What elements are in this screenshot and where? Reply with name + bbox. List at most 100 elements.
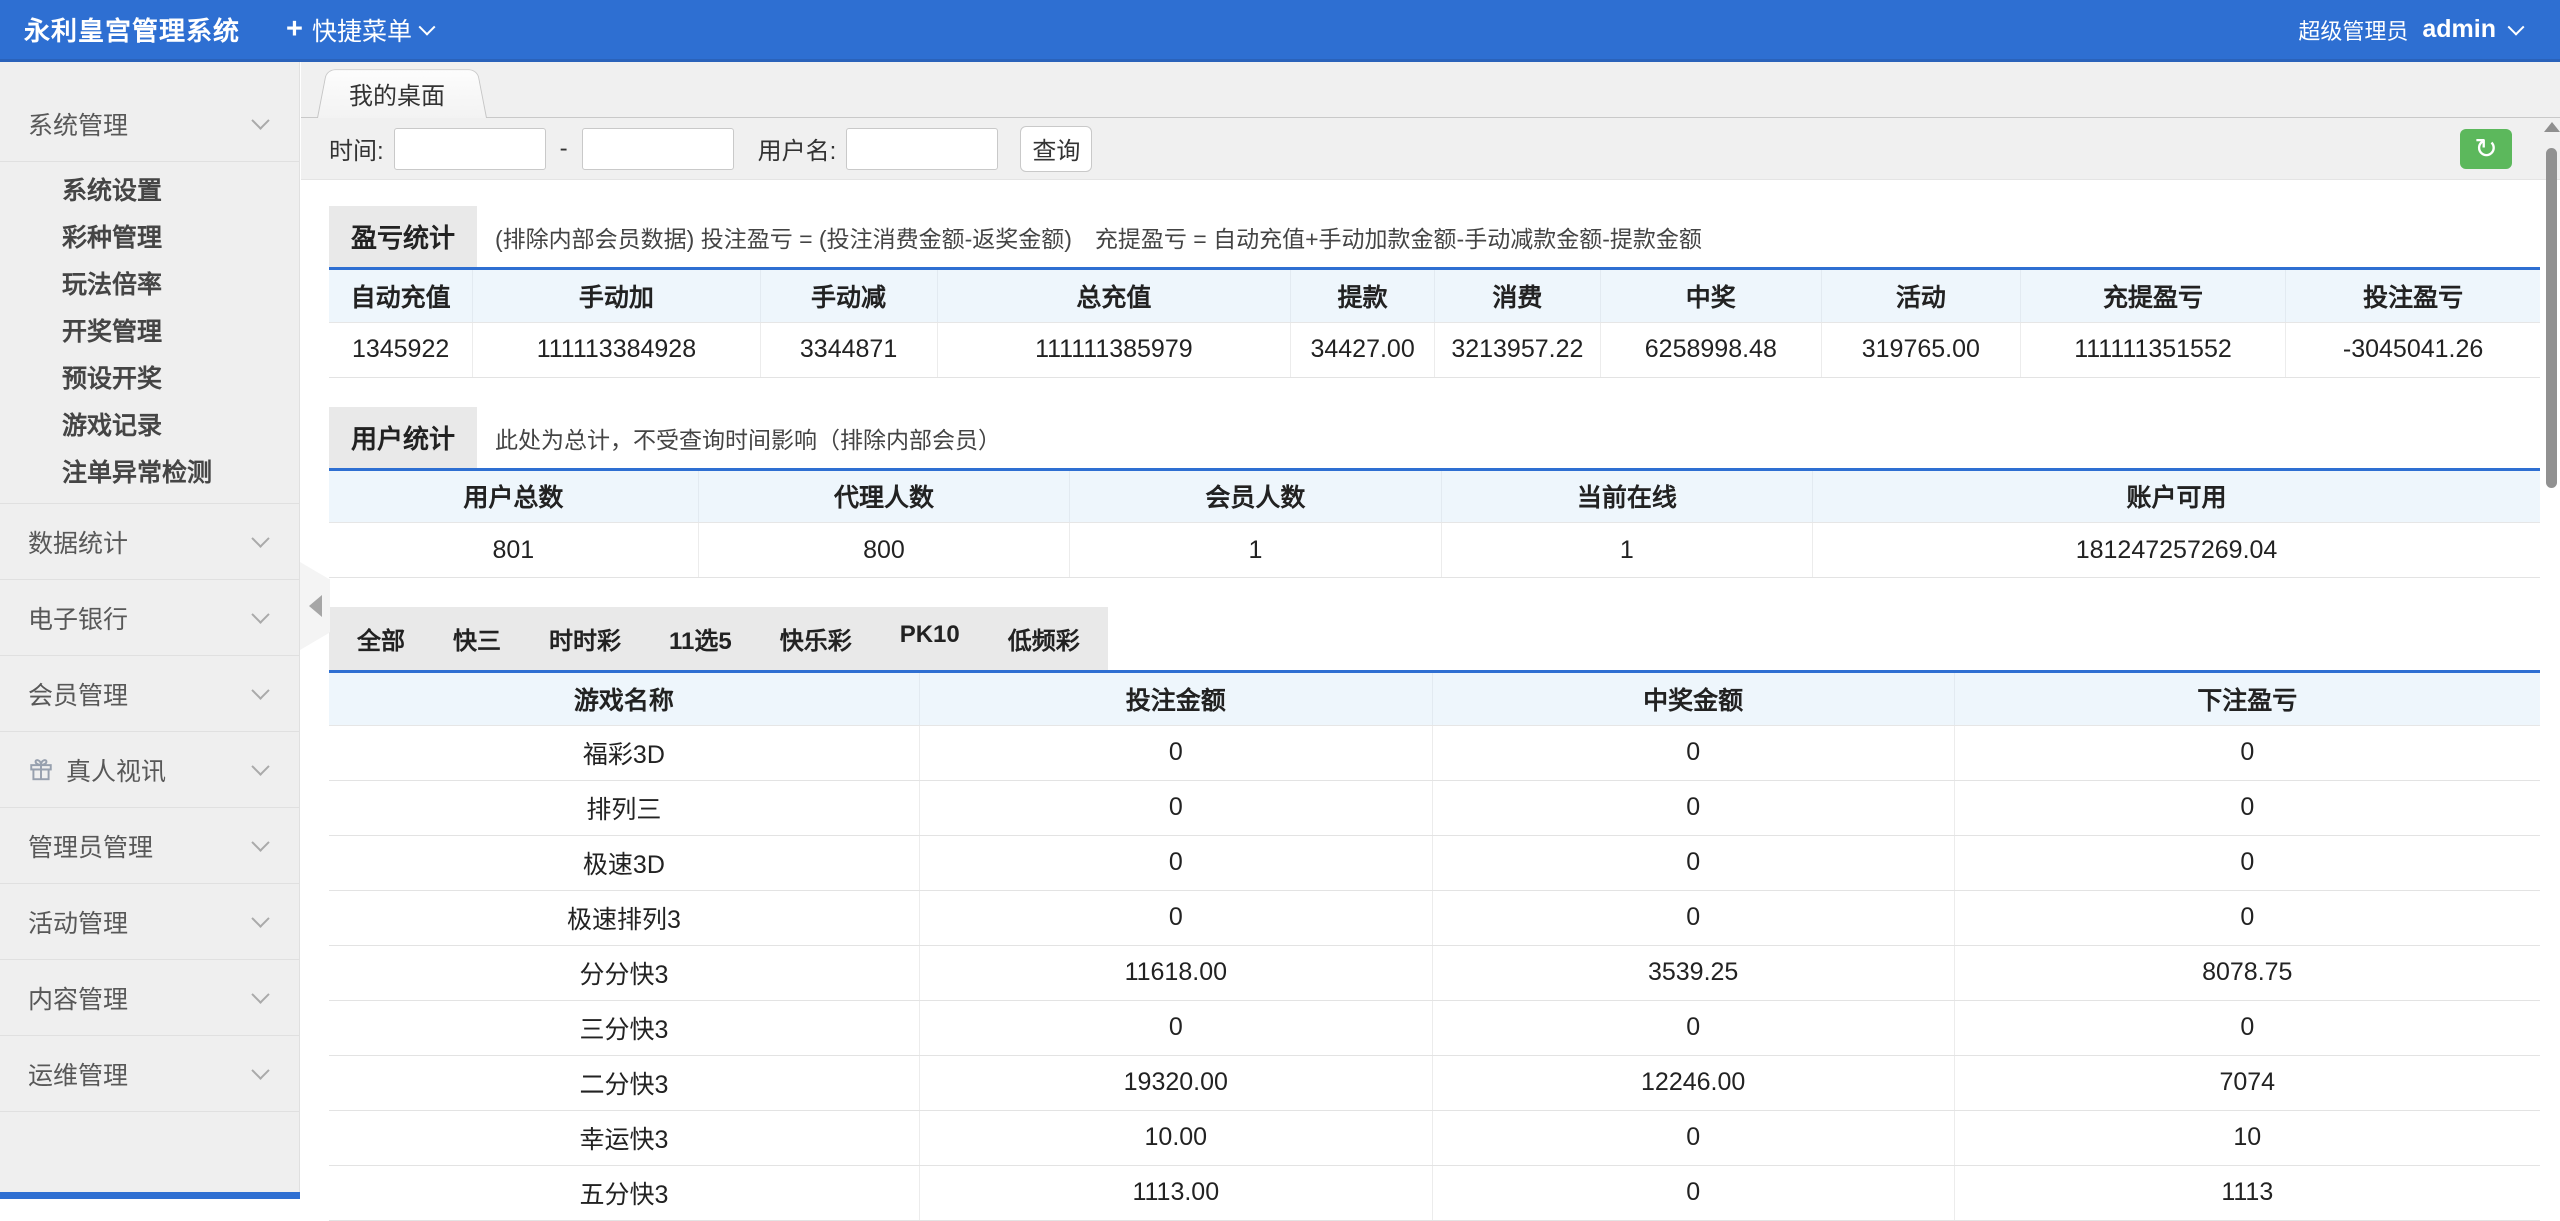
query-button[interactable]: 查询 bbox=[1020, 126, 1092, 172]
table-cell: 极速排列3 bbox=[329, 890, 919, 945]
table-cell: 1 bbox=[1441, 523, 1812, 578]
profit-section-title: 盈亏统计 bbox=[329, 206, 477, 267]
sidebar-item-system-settings[interactable]: 系统设置 bbox=[0, 168, 299, 215]
game-tab-shishicai[interactable]: 时时彩 bbox=[549, 621, 621, 656]
table-cell: 0 bbox=[1432, 1000, 1954, 1055]
table-cell: -3045041.26 bbox=[2286, 322, 2540, 377]
column-header: 会员人数 bbox=[1070, 471, 1441, 523]
sidebar-group-data-statistics[interactable]: 数据统计 bbox=[0, 504, 299, 580]
table-row: 80180011181247257269.04 bbox=[329, 523, 2540, 578]
sidebar-group-label: 电子银行 bbox=[28, 600, 128, 636]
sidebar-bottom-strip bbox=[0, 1192, 300, 1199]
table-cell: 111111385979 bbox=[937, 322, 1291, 377]
table-cell: 0 bbox=[1954, 780, 2540, 835]
sidebar-submenu-system: 系统设置 彩种管理 玩法倍率 开奖管理 预设开奖 游戏记录 注单异常检测 bbox=[0, 162, 299, 504]
refresh-button[interactable]: ↻ bbox=[2460, 129, 2512, 169]
time-to-input[interactable] bbox=[582, 128, 734, 170]
main-area: 我的桌面 时间: - 用户名: 查询 ↻ 盈亏统计 (排除内部会员数据) 投注盈… bbox=[301, 62, 2560, 1199]
column-header: 下注盈亏 bbox=[1954, 673, 2540, 725]
column-header: 提款 bbox=[1291, 270, 1435, 322]
sidebar-group-ops-management[interactable]: 运维管理 bbox=[0, 1036, 299, 1112]
table-cell: 0 bbox=[919, 725, 1432, 780]
game-tab-11xuan5[interactable]: 11选5 bbox=[669, 621, 732, 656]
sidebar-group-system-management[interactable]: 系统管理 bbox=[0, 86, 299, 162]
sidebar-group-content-management[interactable]: 内容管理 bbox=[0, 960, 299, 1036]
table-cell: 3344871 bbox=[760, 322, 937, 377]
column-header: 投注金额 bbox=[919, 673, 1432, 725]
user-table: 用户总数代理人数会员人数当前在线账户可用 8018001118124725726… bbox=[329, 471, 2540, 579]
column-header: 用户总数 bbox=[329, 471, 698, 523]
dashboard-content: 盈亏统计 (排除内部会员数据) 投注盈亏 = (投注消费金额-返奖金额) 充提盈… bbox=[301, 180, 2560, 1221]
scroll-up-icon[interactable] bbox=[2544, 122, 2560, 132]
sidebar-item-preset-draw[interactable]: 预设开奖 bbox=[0, 356, 299, 403]
sidebar: 系统管理 系统设置 彩种管理 玩法倍率 开奖管理 预设开奖 游戏记录 注单异常检… bbox=[0, 62, 300, 1199]
profit-table: 自动充值手动加手动减总充值提款消费中奖活动充提盈亏投注盈亏 1345922111… bbox=[329, 270, 2540, 378]
table-row: 二分快319320.0012246.007074 bbox=[329, 1055, 2540, 1110]
table-cell: 0 bbox=[1432, 835, 1954, 890]
sidebar-group-e-banking[interactable]: 电子银行 bbox=[0, 580, 299, 656]
column-header: 代理人数 bbox=[698, 471, 1069, 523]
table-row: 三分快3000 bbox=[329, 1000, 2540, 1055]
table-cell: 1345922 bbox=[329, 322, 473, 377]
table-cell: 0 bbox=[919, 835, 1432, 890]
username-input[interactable] bbox=[846, 128, 998, 170]
scrollbar-thumb[interactable] bbox=[2546, 148, 2557, 488]
quick-menu-label: 快捷菜单 bbox=[312, 12, 412, 48]
table-cell: 319765.00 bbox=[1821, 322, 2020, 377]
profit-section-note: (排除内部会员数据) 投注盈亏 = (投注消费金额-返奖金额) 充提盈亏 = 自… bbox=[495, 220, 1702, 267]
chevron-down-icon bbox=[251, 985, 269, 1003]
sidebar-item-lottery-management[interactable]: 彩种管理 bbox=[0, 215, 299, 262]
table-cell: 极速3D bbox=[329, 835, 919, 890]
tab-my-desktop[interactable]: 我的桌面 bbox=[317, 63, 487, 118]
sidebar-group-label: 真人视讯 bbox=[66, 752, 166, 788]
profit-section-header: 盈亏统计 (排除内部会员数据) 投注盈亏 = (投注消费金额-返奖金额) 充提盈… bbox=[329, 206, 2540, 270]
range-separator: - bbox=[560, 135, 568, 163]
search-bar: 时间: - 用户名: 查询 ↻ bbox=[301, 118, 2560, 180]
user-section-title: 用户统计 bbox=[329, 407, 477, 468]
table-cell: 幸运快3 bbox=[329, 1110, 919, 1165]
user-menu[interactable]: 超级管理员 admin bbox=[2298, 0, 2522, 59]
table-row: 极速3D000 bbox=[329, 835, 2540, 890]
game-tab-all[interactable]: 全部 bbox=[357, 621, 405, 656]
sidebar-group-label: 运维管理 bbox=[28, 1056, 128, 1092]
sidebar-group-activity-management[interactable]: 活动管理 bbox=[0, 884, 299, 960]
table-cell: 1 bbox=[1070, 523, 1441, 578]
time-from-input[interactable] bbox=[394, 128, 546, 170]
table-cell: 7074 bbox=[1954, 1055, 2540, 1110]
table-cell: 3213957.22 bbox=[1434, 322, 1600, 377]
sidebar-item-bet-anomaly-detection[interactable]: 注单异常检测 bbox=[0, 450, 299, 497]
table-cell: 11618.00 bbox=[919, 945, 1432, 1000]
chevron-down-icon bbox=[251, 1061, 269, 1079]
sidebar-group-live-video[interactable]: 真人视讯 bbox=[0, 732, 299, 808]
sidebar-group-admin-management[interactable]: 管理员管理 bbox=[0, 808, 299, 884]
table-cell: 0 bbox=[1432, 1165, 1954, 1220]
chevron-down-icon bbox=[2508, 18, 2525, 35]
table-cell: 0 bbox=[1954, 835, 2540, 890]
table-cell: 111113384928 bbox=[473, 322, 760, 377]
game-tab-pk10[interactable]: PK10 bbox=[900, 621, 960, 656]
table-cell: 0 bbox=[1432, 890, 1954, 945]
table-cell: 10 bbox=[1954, 1110, 2540, 1165]
chevron-down-icon bbox=[251, 529, 269, 547]
quick-menu-button[interactable]: + 快捷菜单 bbox=[286, 12, 433, 48]
table-cell: 0 bbox=[919, 890, 1432, 945]
vertical-scrollbar[interactable] bbox=[2543, 62, 2560, 1199]
sidebar-item-draw-management[interactable]: 开奖管理 bbox=[0, 309, 299, 356]
table-row: 幸运快310.00010 bbox=[329, 1110, 2540, 1165]
username: admin bbox=[2422, 15, 2496, 44]
column-header: 游戏名称 bbox=[329, 673, 919, 725]
table-cell: 0 bbox=[919, 780, 1432, 835]
table-cell: 0 bbox=[1954, 725, 2540, 780]
table-cell: 五分快3 bbox=[329, 1165, 919, 1220]
game-tab-kuailecai[interactable]: 快乐彩 bbox=[780, 621, 852, 656]
sidebar-group-member-management[interactable]: 会员管理 bbox=[0, 656, 299, 732]
sidebar-item-game-records[interactable]: 游戏记录 bbox=[0, 403, 299, 450]
table-cell: 3539.25 bbox=[1432, 945, 1954, 1000]
game-tab-dipincai[interactable]: 低频彩 bbox=[1008, 621, 1080, 656]
username-label: 用户名: bbox=[758, 131, 837, 166]
table-cell: 0 bbox=[1954, 890, 2540, 945]
user-section-header: 用户统计 此处为总计，不受查询时间影响（排除内部会员） bbox=[329, 407, 2540, 471]
column-header: 充提盈亏 bbox=[2020, 270, 2285, 322]
sidebar-item-play-odds[interactable]: 玩法倍率 bbox=[0, 262, 299, 309]
game-tab-kuaisan[interactable]: 快三 bbox=[453, 621, 501, 656]
